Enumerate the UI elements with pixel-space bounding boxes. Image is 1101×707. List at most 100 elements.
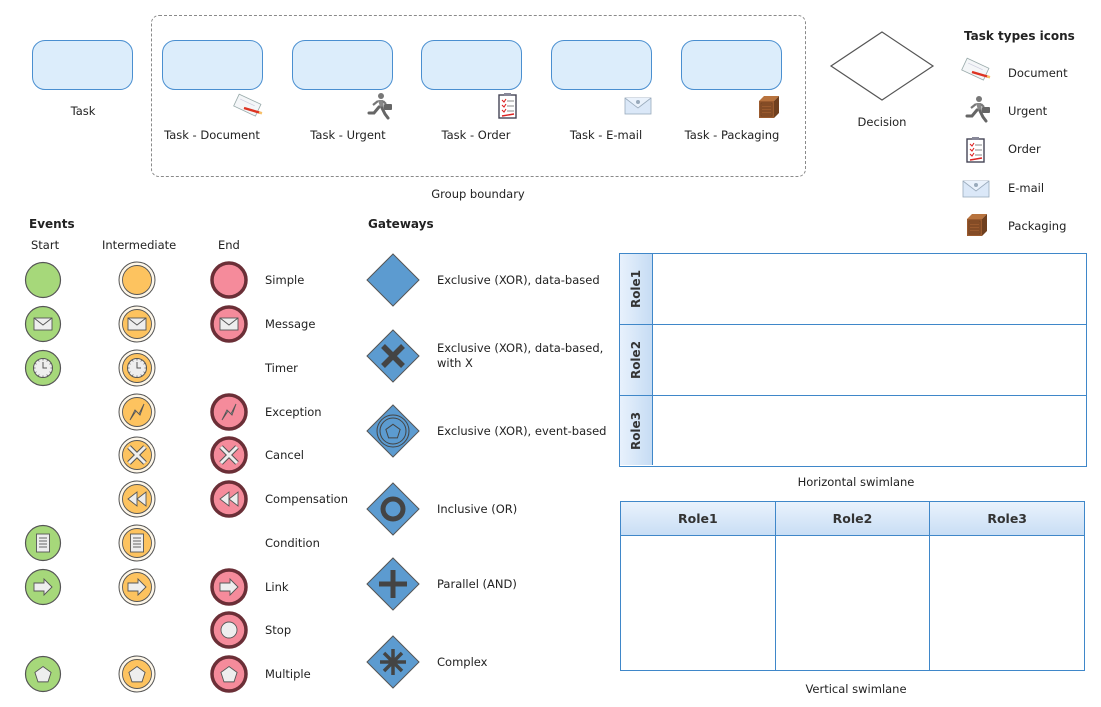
events-col-start: Start	[31, 238, 60, 252]
vertical-swimlane[interactable]: Role1 Role2 Role3	[620, 501, 1085, 671]
end-event-cancel[interactable]	[209, 435, 249, 475]
task-types-title: Task types icons	[964, 29, 1075, 43]
task-email-label: Task - E-mail	[569, 128, 643, 142]
gateway-label: Complex	[437, 655, 487, 670]
gateway-event[interactable]	[365, 403, 421, 459]
intermediate-event-exception[interactable]	[117, 392, 157, 432]
lane-header[interactable]: Role2	[620, 325, 653, 395]
horizontal-lane-role2[interactable]: Role2	[620, 325, 1086, 396]
urgent-runner-icon	[962, 95, 990, 123]
gateway-label-line: Inclusive (OR)	[437, 502, 518, 516]
task-order-label: Task - Order	[441, 128, 511, 142]
document-icon	[960, 57, 992, 81]
lane-role-label: Role2	[629, 340, 643, 380]
start-event-simple[interactable]	[23, 260, 63, 300]
order-clipboard-icon	[498, 93, 518, 119]
gateway-label-line: Exclusive (XOR), data-based	[437, 273, 600, 287]
gateway-label-line: Exclusive (XOR), event-based	[437, 424, 607, 438]
task-label: Task	[70, 104, 96, 118]
intermediate-event-link[interactable]	[117, 567, 157, 607]
task-email-shape[interactable]	[551, 40, 652, 90]
task-type-urgent: Urgent	[1008, 104, 1048, 118]
intermediate-event-timer[interactable]	[117, 348, 157, 388]
gateway-label: Exclusive (XOR), event-based	[437, 424, 607, 439]
lane-header[interactable]: Role1	[620, 254, 653, 324]
event-type-label: Simple	[265, 273, 305, 287]
decision-diamond[interactable]	[829, 31, 935, 101]
start-event-condition[interactable]	[23, 523, 63, 563]
vertical-lane-role1[interactable]: Role1	[621, 502, 776, 670]
task-packaging-shape[interactable]	[681, 40, 782, 90]
event-type-label: Condition	[265, 536, 320, 550]
horizontal-lane-role3[interactable]: Role3	[620, 396, 1086, 465]
intermediate-event-compensation[interactable]	[117, 479, 157, 519]
group-boundary-label: Group boundary	[431, 187, 525, 201]
task-document-shape[interactable]	[162, 40, 263, 90]
horizontal-swimlane-caption: Horizontal swimlane	[797, 475, 915, 489]
event-type-label: Exception	[265, 405, 322, 419]
lane-header[interactable]: Role2	[775, 502, 930, 536]
urgent-runner-icon	[364, 92, 392, 120]
intermediate-event-multiple[interactable]	[117, 654, 157, 694]
task-type-order: Order	[1008, 142, 1041, 156]
lane-header[interactable]: Role3	[930, 502, 1085, 536]
task-document-label: Task - Document	[164, 128, 260, 142]
end-event-exception[interactable]	[209, 392, 249, 432]
gateway-plus[interactable]	[365, 556, 421, 612]
end-event-compensation[interactable]	[209, 479, 249, 519]
event-type-label: Multiple	[265, 667, 311, 681]
lane-header[interactable]: Role3	[620, 396, 653, 465]
horizontal-swimlane[interactable]: Role1 Role2 Role3	[619, 253, 1087, 467]
packaging-box-icon	[964, 213, 988, 237]
vertical-lane-role3[interactable]: Role3	[930, 502, 1085, 670]
gateway-label: Exclusive (XOR), data-based, with X	[437, 341, 603, 371]
end-event-stop[interactable]	[209, 610, 249, 650]
end-event-simple[interactable]	[209, 260, 249, 300]
start-event-message[interactable]	[23, 304, 63, 344]
event-type-label: Message	[265, 317, 316, 331]
task-packaging-label: Task - Packaging	[684, 128, 780, 142]
end-event-link[interactable]	[209, 567, 249, 607]
start-event-multiple[interactable]	[23, 654, 63, 694]
task-urgent-label: Task - Urgent	[310, 128, 386, 142]
document-icon	[232, 93, 264, 117]
email-envelope-icon	[624, 97, 652, 115]
order-clipboard-icon	[966, 137, 986, 163]
gateway-asterisk[interactable]	[365, 634, 421, 690]
gateway-label: Exclusive (XOR), data-based	[437, 273, 600, 288]
gateway-label-line: with X	[437, 356, 473, 370]
intermediate-event-message[interactable]	[117, 304, 157, 344]
vertical-lane-role2[interactable]: Role2	[775, 502, 931, 670]
gateway-label-line: Exclusive (XOR), data-based,	[437, 341, 604, 355]
end-event-message[interactable]	[209, 304, 249, 344]
gateway-label: Parallel (AND)	[437, 577, 517, 592]
gateway-label-line: Complex	[437, 655, 488, 669]
lane-header[interactable]: Role1	[621, 502, 775, 536]
horizontal-lane-role1[interactable]: Role1	[620, 254, 1086, 325]
gateway-exclusive[interactable]	[365, 252, 421, 308]
events-col-end: End	[218, 238, 240, 252]
intermediate-event-simple[interactable]	[117, 260, 157, 300]
event-type-label: Link	[265, 580, 289, 594]
lane-role-label: Role3	[629, 411, 643, 450]
gateway-label-line: Parallel (AND)	[437, 577, 517, 591]
task-urgent-shape[interactable]	[292, 40, 393, 90]
lane-role-label: Role1	[629, 269, 643, 309]
end-event-multiple[interactable]	[209, 654, 249, 694]
start-event-link[interactable]	[23, 567, 63, 607]
task-type-email: E-mail	[1008, 181, 1045, 195]
task-order-shape[interactable]	[421, 40, 522, 90]
intermediate-event-condition[interactable]	[117, 523, 157, 563]
event-type-label: Timer	[265, 361, 298, 375]
gateway-circle[interactable]	[365, 481, 421, 537]
gateway-label: Inclusive (OR)	[437, 502, 517, 517]
gateway-x[interactable]	[365, 328, 421, 384]
intermediate-event-cancel[interactable]	[117, 435, 157, 475]
events-title: Events	[29, 217, 75, 231]
vertical-swimlane-caption: Vertical swimlane	[805, 682, 907, 696]
start-event-timer[interactable]	[23, 348, 63, 388]
event-type-label: Stop	[265, 623, 292, 637]
decision-label: Decision	[857, 115, 907, 129]
task-shape[interactable]	[32, 40, 133, 90]
task-type-document: Document	[1008, 66, 1068, 80]
